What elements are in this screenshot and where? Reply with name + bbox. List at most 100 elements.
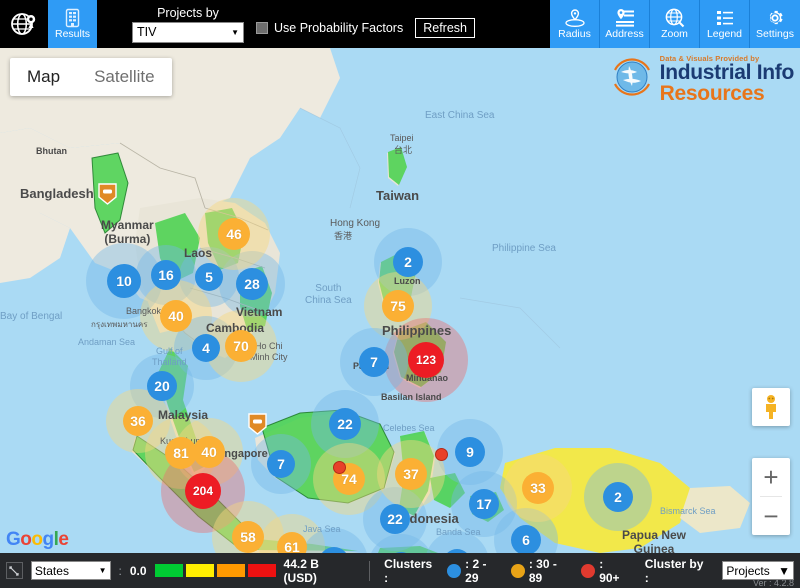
logo-line-1: Industrial Info — [660, 62, 794, 83]
zoom-out-button[interactable]: − — [752, 497, 790, 535]
cluster-marker[interactable]: 75 — [382, 290, 414, 322]
facility-pin-icon[interactable] — [98, 183, 117, 205]
use-probability-factors-checkbox[interactable] — [256, 22, 268, 34]
scale-min-value: 0.0 — [130, 564, 147, 578]
scale-swatches — [155, 564, 276, 577]
cluster-marker[interactable]: 10 — [107, 264, 141, 298]
cluster-marker[interactable]: 204 — [185, 473, 221, 509]
cluster-marker-count: 37 — [403, 466, 419, 482]
cluster-marker-count: 61 — [284, 539, 300, 553]
scale-max-value: 44.2 B (USD) — [284, 557, 356, 585]
red-cluster-icon — [581, 564, 595, 578]
cluster-marker[interactable]: 37 — [395, 458, 427, 490]
refresh-button[interactable]: Refresh — [415, 18, 475, 38]
scale-swatch-yellow — [186, 564, 214, 577]
radius-pin-icon — [564, 8, 586, 28]
projects-by-select[interactable]: TIV ▼ — [132, 22, 244, 43]
map-type-map-button[interactable]: Map — [10, 58, 77, 96]
cluster-marker[interactable]: 46 — [218, 218, 250, 250]
cluster-range-red: : 90+ — [581, 557, 626, 585]
scale-swatch-green — [155, 564, 183, 577]
industrial-info-resources-logo: Data & Visuals Provided by Industrial In… — [609, 54, 794, 105]
projects-by-label: Projects by — [157, 6, 219, 21]
cluster-marker-count: 7 — [370, 354, 378, 370]
cluster-marker[interactable]: 20 — [147, 371, 177, 401]
cluster-marker-count: 204 — [193, 484, 213, 498]
results-button[interactable]: Results — [48, 0, 97, 48]
cluster-marker[interactable]: 16 — [151, 260, 181, 290]
globe-pin-icon[interactable] — [0, 0, 48, 48]
facility-pin-icon[interactable] — [248, 413, 267, 435]
cluster-marker-count: 17 — [476, 496, 492, 512]
pegman-streetview-icon[interactable] — [752, 388, 790, 426]
expand-icon[interactable] — [6, 562, 23, 579]
cluster-range-amber-text: : 30 - 89 — [529, 557, 573, 585]
legend-button[interactable]: Legend — [700, 0, 750, 48]
settings-button[interactable]: Settings — [750, 0, 800, 48]
cluster-marker-count: 74 — [341, 471, 357, 487]
address-button[interactable]: Address — [600, 0, 650, 48]
cluster-marker-count: 28 — [244, 276, 260, 292]
toolbar-right-buttons: Radius Address — [550, 0, 800, 48]
cluster-marker[interactable]: 2 — [603, 482, 633, 512]
logo-line-2: Resources — [660, 83, 794, 104]
address-label: Address — [605, 29, 644, 40]
cluster-marker[interactable]: 123 — [408, 342, 444, 378]
chevron-down-icon: ▼ — [99, 566, 107, 575]
cluster-marker-count: 58 — [240, 529, 256, 545]
states-select[interactable]: States ▼ — [31, 561, 111, 580]
states-value: States — [35, 564, 69, 578]
cluster-marker[interactable]: 33 — [522, 472, 554, 504]
gear-icon — [765, 8, 785, 28]
address-marker-icon — [614, 8, 636, 28]
status-divider — [369, 561, 370, 581]
radius-button[interactable]: Radius — [550, 0, 600, 48]
projects-by-value: TIV — [137, 25, 156, 39]
cluster-marker-count: 5 — [205, 269, 213, 285]
results-label: Results — [55, 29, 90, 40]
cluster-marker-count: 10 — [116, 273, 132, 289]
cluster-marker-count: 22 — [387, 511, 403, 527]
toolbar-center-controls: Projects by TIV ▼ Use Probability Factor… — [97, 0, 550, 48]
cluster-marker-count: 7 — [277, 456, 285, 472]
scale-swatch-red — [248, 564, 276, 577]
cluster-marker-count: 70 — [233, 338, 249, 354]
project-dot-marker[interactable] — [435, 448, 448, 461]
map-canvas[interactable]: 1016528464047020368140204586125722742221… — [0, 48, 800, 553]
cluster-marker[interactable]: 7 — [267, 450, 295, 478]
legend-label: Legend — [707, 29, 742, 40]
cluster-marker[interactable]: 70 — [225, 330, 257, 362]
cluster-marker[interactable]: 36 — [123, 406, 153, 436]
zoom-in-button[interactable]: + — [752, 458, 790, 496]
cluster-range-blue-text: : 2 - 29 — [465, 557, 503, 585]
project-dot-marker[interactable] — [333, 461, 346, 474]
cluster-marker[interactable]: 22 — [380, 504, 410, 534]
cluster-marker-count: 33 — [530, 480, 546, 496]
cluster-by-label: Cluster by : — [645, 557, 711, 585]
cluster-marker[interactable]: 5 — [195, 263, 223, 291]
cluster-marker-count: 16 — [158, 267, 174, 283]
cluster-marker-count: 20 — [154, 378, 170, 394]
version-label: Ver : 4.2.8 — [753, 578, 794, 588]
cluster-marker-count: 22 — [337, 416, 353, 432]
cluster-marker[interactable]: 4 — [192, 334, 220, 362]
cluster-marker[interactable]: 28 — [236, 268, 268, 300]
cluster-marker-count: 123 — [416, 353, 436, 367]
blue-cluster-icon — [447, 564, 461, 578]
cluster-marker[interactable]: 7 — [359, 347, 389, 377]
amber-cluster-icon — [511, 564, 525, 578]
cluster-marker[interactable]: 9 — [455, 437, 485, 467]
cluster-marker[interactable]: 22 — [329, 408, 361, 440]
cluster-marker[interactable]: 40 — [160, 300, 192, 332]
cluster-marker[interactable]: 6 — [511, 525, 541, 553]
use-probability-factors-label: Use Probability Factors — [274, 21, 403, 35]
zoom-button[interactable]: Zoom — [650, 0, 700, 48]
cluster-marker[interactable]: 40 — [193, 436, 225, 468]
cluster-marker[interactable]: 2 — [393, 247, 423, 277]
cluster-marker[interactable]: 17 — [469, 489, 499, 519]
cluster-range-blue: : 2 - 29 — [447, 557, 503, 585]
map-type-satellite-button[interactable]: Satellite — [77, 58, 171, 96]
cluster-marker[interactable]: 58 — [232, 521, 264, 553]
cluster-marker-count: 46 — [226, 226, 242, 242]
google-logo: Google Google — [6, 529, 68, 551]
